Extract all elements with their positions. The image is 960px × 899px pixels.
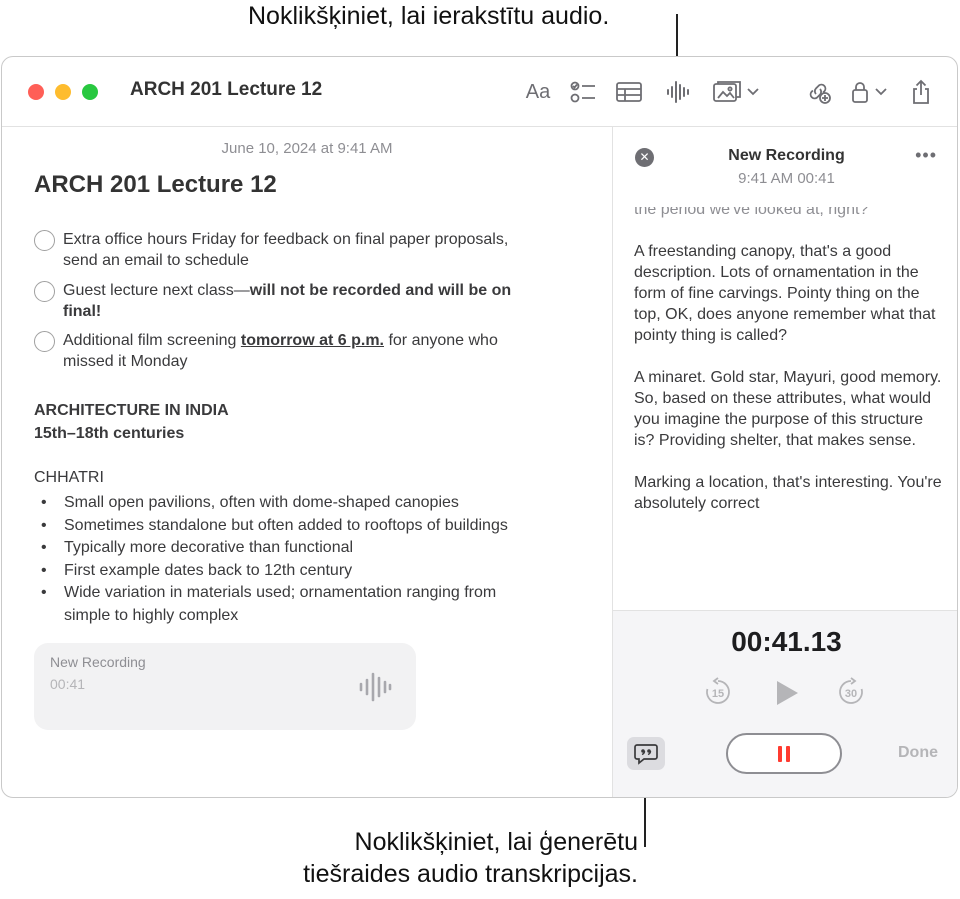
lock-icon: [851, 82, 868, 103]
callout-record-audio: Noklikšķiniet, lai ierakstītu audio.: [248, 2, 610, 30]
svg-text:15: 15: [712, 688, 724, 700]
chevron-down-icon: [874, 88, 887, 96]
share-button[interactable]: [907, 76, 935, 108]
transcript-paragraph: A minaret. Gold star, Mayuri, good memor…: [634, 369, 942, 449]
checklist-checkbox[interactable]: [34, 230, 55, 251]
recording-timer: 00:41.13: [731, 626, 842, 657]
checklist-line: send an email to schedule: [63, 252, 249, 269]
transcript-paragraph: Marking a location, that's interesting. …: [634, 474, 942, 512]
record-audio-button[interactable]: [663, 76, 693, 108]
collaborate-icon: [809, 83, 831, 104]
recording-controls: 00:41.13 15 30 Done: [613, 610, 957, 797]
share-icon: [913, 79, 929, 104]
transcript-paragraph: A freestanding canopy, that's a good des…: [634, 243, 936, 344]
play-button[interactable]: [775, 680, 799, 711]
audio-waveform-icon: [667, 81, 689, 103]
pause-recording-button[interactable]: [726, 733, 842, 774]
list-item: • Sometimes standalone but often added to…: [41, 516, 508, 534]
audio-recording-card[interactable]: New Recording 00:41: [34, 643, 416, 730]
table-button[interactable]: [614, 76, 644, 108]
media-button[interactable]: [710, 76, 762, 108]
section-heading: ARCHITECTURE IN INDIA: [34, 402, 229, 419]
notes-window: ARCH 201 Lecture 12 Aa June 10, 2024 at …: [1, 56, 958, 798]
minimize-window-button[interactable]: [55, 84, 71, 100]
format-button[interactable]: Aa: [522, 76, 554, 108]
recording-panel: ✕ New Recording 9:41 AM 00:41 ••• the pe…: [612, 127, 957, 797]
note-editor[interactable]: June 10, 2024 at 9:41 AM ARCH 201 Lectur…: [2, 127, 612, 797]
bullet-list: • Small open pavilions, often with dome-s…: [34, 492, 594, 627]
checklist-line: Additional film screening tomorrow at 6 …: [63, 332, 498, 349]
skip-forward-button[interactable]: 30: [836, 677, 866, 707]
checklist-line: final!: [63, 303, 102, 320]
zoom-window-button[interactable]: [82, 84, 98, 100]
list-item: • First example dates back to 12th centur…: [41, 561, 353, 579]
checklist-checkbox[interactable]: [34, 281, 55, 302]
done-button[interactable]: Done: [898, 744, 938, 762]
close-window-button[interactable]: [28, 84, 44, 100]
skip-back-15-icon: 15: [706, 677, 730, 704]
audio-card-duration: 00:41: [50, 676, 86, 692]
skip-back-button[interactable]: 15: [703, 677, 733, 707]
skip-forward-30-icon: 30: [839, 677, 863, 704]
checklist-checkbox[interactable]: [34, 331, 55, 352]
checklist-item: Extra office hours Friday for feedback o…: [34, 229, 508, 271]
audio-card-name: New Recording: [50, 654, 146, 670]
note-date: June 10, 2024 at 9:41 AM: [221, 140, 393, 157]
live-transcript: the period we've looked at, right? A fre…: [634, 207, 944, 607]
section-subheading: 15th–18th centuries: [34, 425, 185, 442]
svg-text:30: 30: [845, 688, 857, 700]
lock-button[interactable]: [848, 76, 890, 108]
transcript-quote-icon: [634, 743, 658, 765]
callout-line-1: Noklikšķiniet, lai ģenerētu: [354, 828, 638, 856]
media-icon: [713, 81, 741, 102]
table-icon: [616, 82, 642, 102]
transcript-fade-line: the period we've looked at, right?: [634, 207, 869, 218]
recording-title: New Recording: [728, 147, 845, 164]
chevron-down-icon: [747, 88, 759, 96]
window-title: ARCH 201 Lecture 12: [130, 79, 323, 100]
subsection-heading: CHHATRI: [34, 469, 104, 486]
audio-waveform-icon: [359, 672, 392, 702]
callout-live-transcription: Noklikšķiniet, lai ģenerētu tiešraides a…: [303, 826, 638, 890]
checklist-line: Extra office hours Friday for feedback o…: [63, 231, 509, 248]
callout-line-2: tiešraides audio transkripcijas.: [303, 860, 638, 888]
checklist-item: Additional film screening tomorrow at 6 …: [34, 330, 498, 372]
checklist-item: Guest lecture next class—will not be rec…: [34, 280, 511, 322]
play-icon: [777, 681, 798, 705]
list-item: • Wide variation in materials used; ornam…: [41, 584, 497, 624]
list-item: • Typically more decorative than function…: [41, 539, 354, 556]
checklist-icon: [570, 81, 595, 103]
checklist-button[interactable]: [568, 76, 598, 108]
checklist-text: Extra office hours Friday for feedback o…: [63, 229, 508, 271]
recording-subtitle: 9:41 AM 00:41: [738, 170, 835, 187]
more-options-button[interactable]: •••: [915, 145, 937, 166]
checklist-text: Guest lecture next class—will not be rec…: [63, 280, 511, 322]
checklist-line: missed it Monday: [63, 353, 188, 370]
list-item: • Small open pavilions, often with dome-s…: [41, 494, 459, 511]
date-link[interactable]: tomorrow at 6 p.m.: [241, 332, 384, 349]
transcript-toggle-button[interactable]: [627, 737, 665, 770]
toolbar: ARCH 201 Lecture 12 Aa: [2, 57, 957, 127]
pause-icon: [778, 745, 790, 762]
checklist-text: Additional film screening tomorrow at 6 …: [63, 330, 498, 372]
checklist-line: Guest lecture next class—will not be rec…: [63, 282, 512, 299]
collaborate-button[interactable]: [804, 76, 834, 108]
note-title: ARCH 201 Lecture 12: [34, 171, 277, 198]
